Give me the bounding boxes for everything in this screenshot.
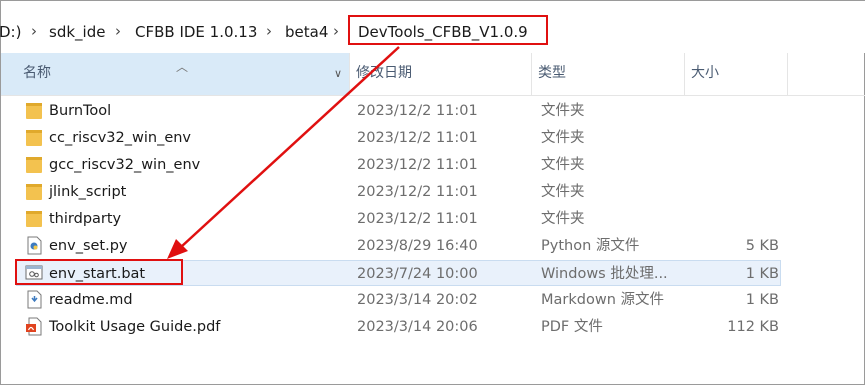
explorer-window: D:) › sdk_ide › CFBB IDE 1.0.13 › beta4 …	[0, 0, 865, 385]
annotation-arrow	[167, 46, 400, 259]
